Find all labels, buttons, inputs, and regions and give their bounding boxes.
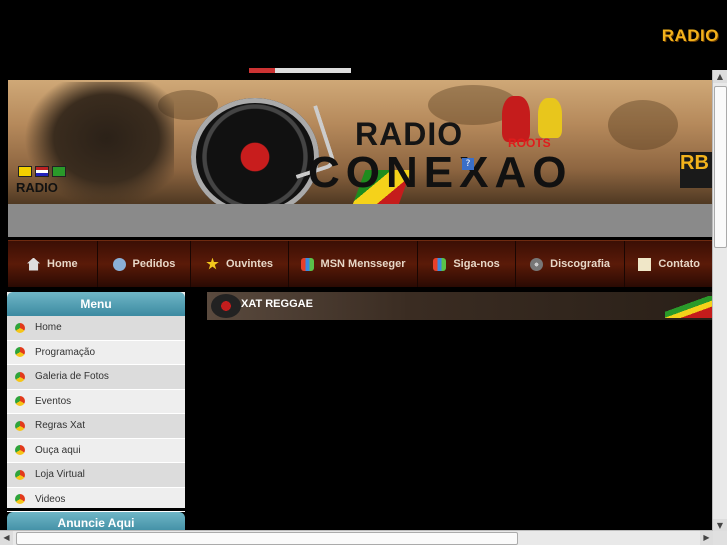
menu-item-regras-xat[interactable]: Regras Xat [7,414,185,439]
menu-title: Menu [7,292,185,316]
menu-item-home[interactable]: Home [7,316,185,341]
nav-label: Ouvintes [225,258,274,270]
vinyl-icon [211,294,241,318]
xat-title: XAT REGGAE [241,298,313,310]
menu-item-ouca-aqui[interactable]: Ouça aqui [7,439,185,463]
nav-discografia[interactable]: Discografia [516,241,626,287]
scroll-left-arrow-icon[interactable]: ◀ [0,531,13,545]
mail-icon [638,257,652,271]
nav-label: Pedidos [132,258,176,270]
main-nav: Home Pedidos Ouvintes MSN Mensseger Siga… [8,240,713,287]
menu-item-loja-virtual[interactable]: Loja Virtual [7,463,185,488]
nav-label: Siga-nos [453,258,500,270]
nav-home[interactable]: Home [8,241,98,287]
rasta-bullet-icon [15,347,25,358]
menu-item-eventos[interactable]: Eventos [7,390,185,414]
nav-label: Discografia [550,258,611,270]
nav-label: Home [47,258,78,270]
rasta-bullet-icon [15,322,25,333]
rasta-bullet-icon [15,420,25,431]
horizontal-scroll-thumb[interactable] [16,532,518,545]
scrollbar-corner [713,531,727,545]
menu-item-label: Galeria de Fotos [35,371,109,383]
menu-item-programacao[interactable]: Programação [7,341,185,365]
top-ad-strip [249,68,351,73]
horizontal-scrollbar[interactable]: ◀ ▶ [0,530,713,545]
nav-label: MSN Mensseger [320,258,406,270]
gear-icon [112,257,126,271]
menu-item-videos[interactable]: Videos [7,488,185,512]
msn-icon [300,257,314,271]
msn-icon [433,257,447,271]
scroll-up-arrow-icon[interactable]: ▲ [713,70,727,83]
nav-label: Contato [658,258,700,270]
grey-band [8,204,713,237]
menu-item-label: Programação [35,346,96,358]
nav-siga-nos[interactable]: Siga-nos [418,241,516,287]
nav-msn[interactable]: MSN Mensseger [289,241,419,287]
rasta-flag-icon [665,296,713,318]
scroll-right-arrow-icon[interactable]: ▶ [700,531,713,545]
menu-item-galeria[interactable]: Galeria de Fotos [7,365,185,390]
rb-badge: RB [680,152,713,188]
corner-radio-logo: RADIO [661,26,719,45]
roots-logo: ROOTS [502,96,570,156]
menu-item-label: Regras Xat [35,420,86,432]
flag-icon[interactable] [52,166,66,177]
rasta-bullet-icon [15,469,25,480]
flag-icon[interactable] [18,166,32,177]
help-icon[interactable]: ? [462,158,474,170]
side-menu: Menu Home Programação Galeria de Fotos E… [7,292,185,512]
site-banner: RADIO RADIO CONEXAO ? ROOTS RB [8,80,713,207]
menu-item-label: Loja Virtual [35,469,85,481]
menu-list: Home Programação Galeria de Fotos Evento… [7,316,185,512]
menu-item-label: Videos [35,493,66,505]
xat-header: XAT REGGAE [207,292,713,320]
menu-item-label: Eventos [35,395,72,407]
vertical-scrollbar[interactable]: ▲ ▼ [712,70,727,532]
banner-small-brand: RADIO [16,180,58,195]
rasta-bullet-icon [15,494,25,505]
vertical-scroll-thumb[interactable] [714,86,727,248]
star-icon [206,257,219,270]
rasta-bullet-icon [15,396,25,407]
roots-logo-text: ROOTS [508,136,551,150]
menu-item-label: Ouça aqui [35,444,81,456]
flag-icon[interactable] [35,166,49,177]
disc-icon [530,257,544,271]
rasta-bullet-icon [15,371,25,382]
home-icon [27,257,41,271]
nav-pedidos[interactable]: Pedidos [98,241,192,287]
rasta-bullet-icon [15,445,25,456]
menu-item-label: Home [35,322,62,334]
nav-ouvintes[interactable]: Ouvintes [191,241,289,287]
language-flags[interactable] [18,166,66,177]
nav-contato[interactable]: Contato [625,241,713,287]
